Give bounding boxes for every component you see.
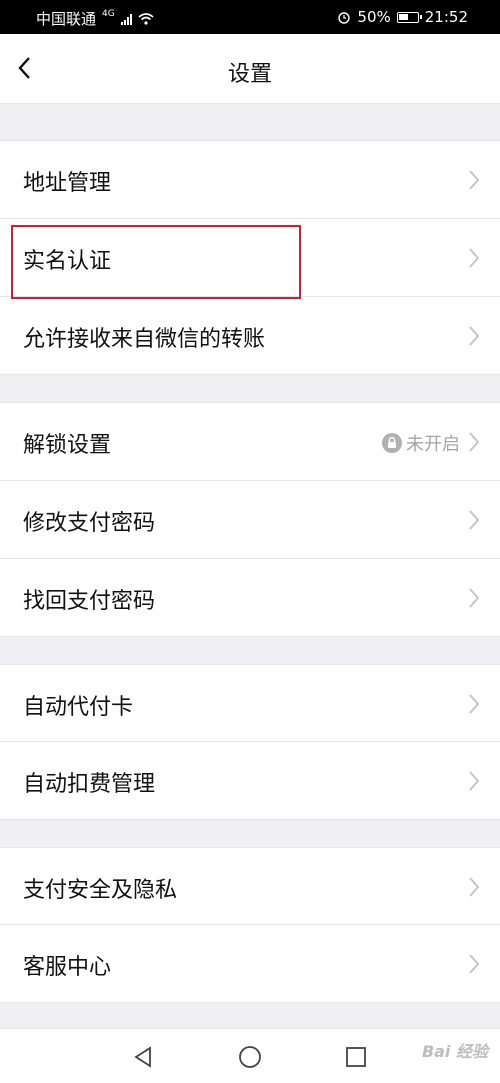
list-item-payment-security-privacy[interactable]: 支付安全及隐私 [0, 848, 500, 925]
list-item-address-management[interactable]: 地址管理 [0, 141, 500, 218]
battery-percent: 50% [357, 8, 391, 26]
highlight-box [11, 225, 301, 299]
list-item-change-payment-password[interactable]: 修改支付密码 [0, 481, 500, 558]
back-triangle-icon[interactable] [131, 1045, 155, 1069]
chevron-right-icon [469, 877, 480, 897]
lock-icon [382, 433, 402, 453]
list-item-recover-payment-password[interactable]: 找回支付密码 [0, 559, 500, 636]
list-item-auto-deduction-management[interactable]: 自动扣费管理 [0, 742, 500, 819]
chevron-right-icon [469, 326, 480, 346]
list-item-label: 自动代付卡 [23, 695, 134, 720]
list-item-label: 允许接收来自微信的转账 [23, 327, 266, 352]
chevron-right-icon [469, 771, 480, 791]
clock: 21:52 [424, 8, 468, 26]
list-item-label: 修改支付密码 [23, 511, 156, 536]
divider [0, 1002, 500, 1003]
chevron-right-icon [469, 510, 480, 530]
divider [0, 374, 500, 375]
home-circle-icon[interactable] [238, 1045, 262, 1069]
network-type: 4G [102, 8, 115, 19]
chevron-right-icon [469, 694, 480, 714]
alarm-icon [338, 12, 351, 24]
chevron-right-icon [469, 588, 480, 608]
chevron-right-icon [469, 170, 480, 190]
list-item-label: 支付安全及隐私 [23, 878, 178, 903]
carrier-label: 中国联通 [36, 10, 97, 28]
battery-icon [396, 11, 422, 23]
unlock-status-text: 未开启 [406, 434, 460, 455]
nav-bar: 设置 [0, 34, 500, 104]
chevron-right-icon [469, 432, 480, 452]
list-item-label: 解锁设置 [23, 433, 112, 458]
divider [0, 636, 500, 637]
signal-icon [120, 13, 132, 25]
chevron-right-icon [469, 248, 480, 268]
list-item-wechat-transfer[interactable]: 允许接收来自微信的转账 [0, 297, 500, 374]
page-title: 设置 [227, 62, 272, 87]
divider [0, 819, 500, 820]
list-item-unlock-settings[interactable]: 解锁设置 未开启 [0, 403, 500, 480]
list-item-label: 客服中心 [23, 955, 112, 980]
status-bar: 中国联通 4G 50% 21:52 [0, 0, 500, 34]
list-item-customer-service[interactable]: 客服中心 [0, 925, 500, 1002]
wifi-icon [138, 12, 154, 25]
unlock-status: 未开启 [382, 430, 460, 456]
watermark: Bai 经验 [421, 1042, 488, 1061]
recents-square-icon[interactable] [344, 1045, 368, 1069]
divider [0, 103, 500, 104]
list-item-label: 地址管理 [23, 171, 112, 196]
list-item-auto-pay-card[interactable]: 自动代付卡 [0, 665, 500, 742]
list-item-label: 找回支付密码 [23, 589, 156, 614]
list-item-label: 自动扣费管理 [23, 772, 156, 797]
chevron-right-icon [469, 954, 480, 974]
